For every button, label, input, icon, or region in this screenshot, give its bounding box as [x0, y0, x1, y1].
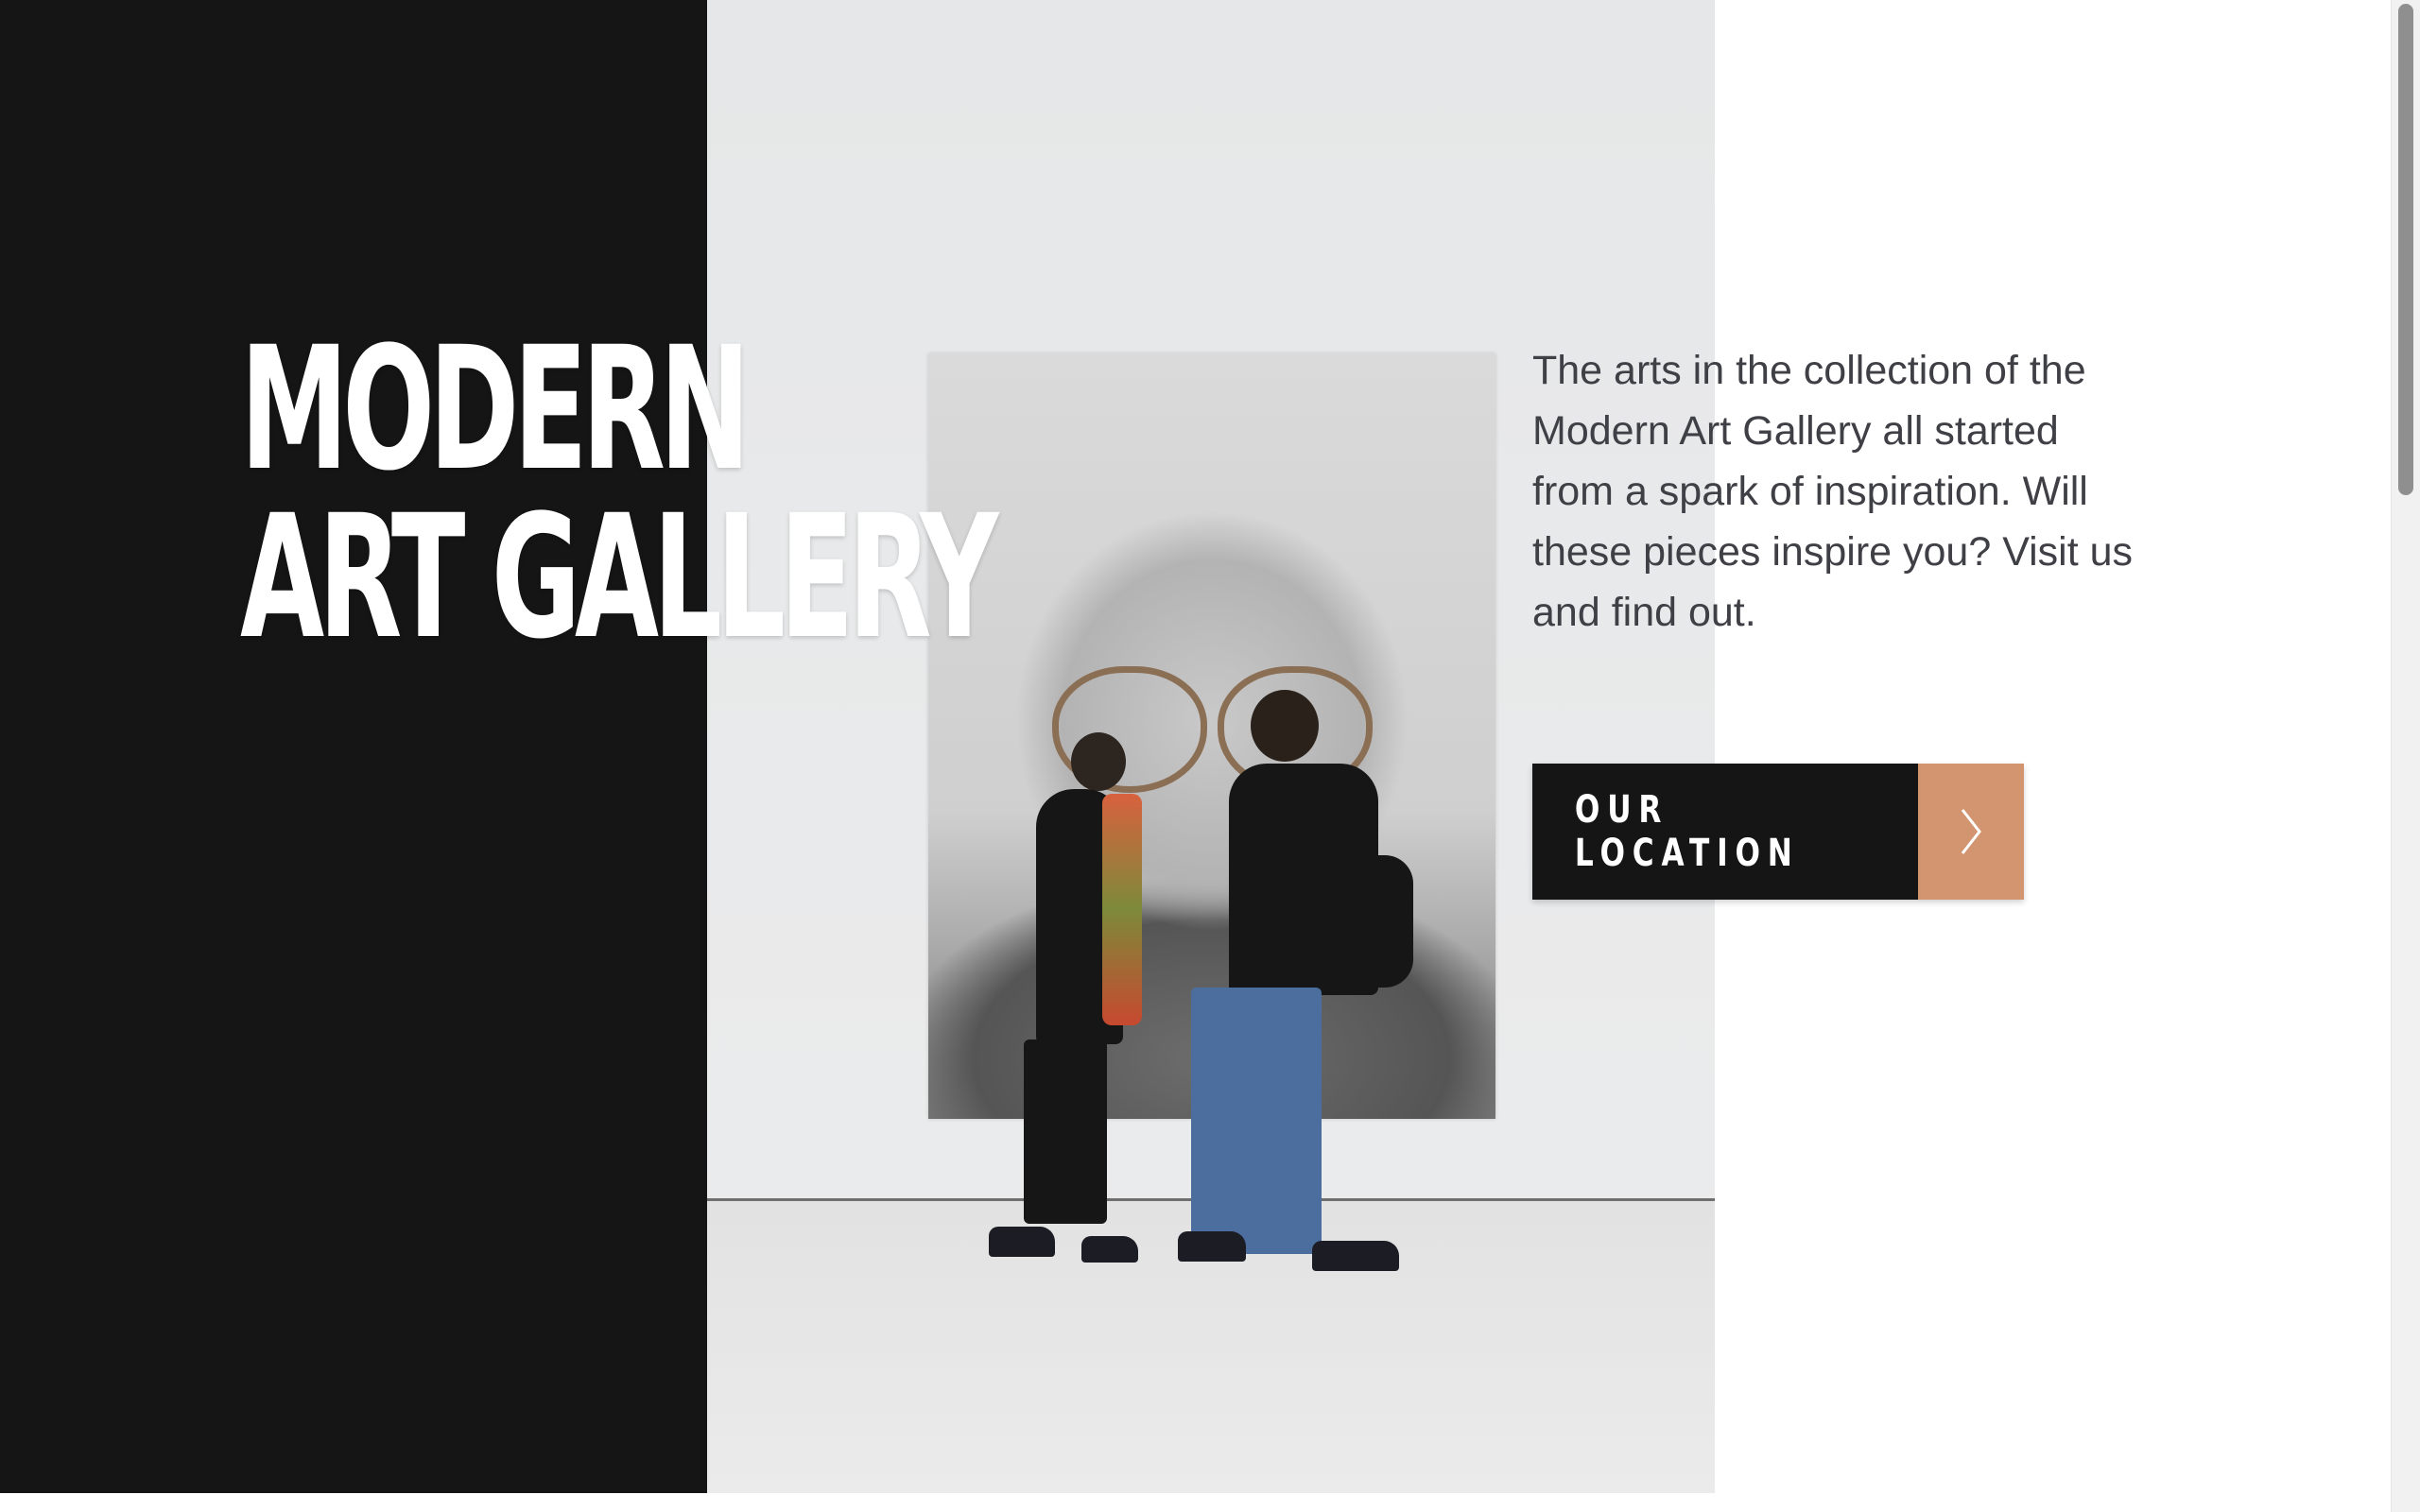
page: MODERN ART GALLERY The arts in the colle…	[0, 0, 2420, 1512]
title-line-1: MODERN	[240, 311, 751, 508]
scrollbar-thumb[interactable]	[2398, 4, 2413, 495]
visitor-left-shoe-1	[989, 1227, 1055, 1257]
vertical-scrollbar[interactable]	[2391, 0, 2420, 1512]
our-location-button-label: OUR LOCATION	[1574, 788, 1800, 875]
dark-side-panel	[0, 0, 707, 1493]
page-title: MODERN ART GALLERY	[240, 311, 998, 677]
hero-gallery-photo	[707, 0, 1715, 1493]
visitor-left-hair	[1071, 732, 1126, 791]
our-location-button-label-box[interactable]: OUR LOCATION	[1532, 764, 1918, 900]
visitor-left-legs	[1024, 1040, 1107, 1224]
visitor-right-jacket	[1336, 855, 1413, 988]
visitor-right-shoe-2	[1312, 1241, 1399, 1271]
visitor-left-shoe-2	[1081, 1236, 1138, 1263]
visitor-right-jeans	[1191, 988, 1322, 1254]
visitor-right-shoe-1	[1178, 1231, 1246, 1262]
intro-paragraph: The arts in the collection of the Modern…	[1532, 348, 2134, 635]
visitor-left-scarf	[1102, 794, 1142, 1025]
our-location-arrow-box[interactable]	[1918, 764, 2024, 900]
chevron-right-icon	[1961, 809, 1981, 854]
title-line-2: ART GALLERY	[240, 479, 998, 677]
our-location-button[interactable]: OUR LOCATION	[1532, 764, 2024, 900]
visitor-right-hair	[1251, 690, 1319, 762]
